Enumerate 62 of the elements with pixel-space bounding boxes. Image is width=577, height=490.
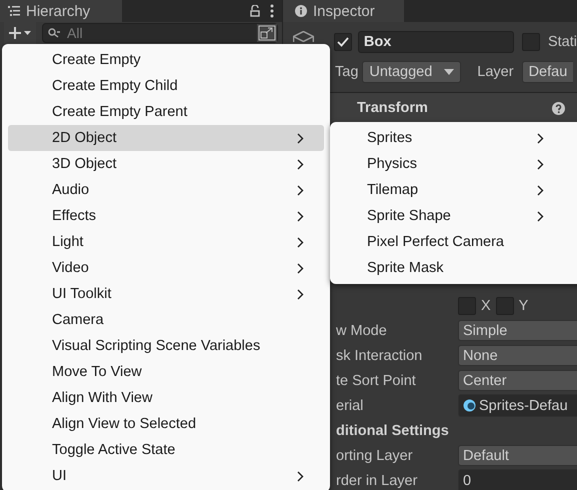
property-label: orting Layer: [336, 448, 414, 464]
property-label: sk Interaction: [336, 348, 424, 364]
menu-item[interactable]: Light: [8, 229, 324, 255]
add-button[interactable]: [4, 22, 36, 44]
flip-checkbox[interactable]: [458, 296, 476, 314]
object-field[interactable]: Sprites-Defau: [458, 394, 577, 417]
menu-item[interactable]: Pixel Perfect Camera: [330, 229, 577, 255]
menu-item[interactable]: UI Toolkit: [8, 281, 324, 307]
more-icon[interactable]: [270, 4, 274, 18]
section-header: ditional Settings: [336, 422, 450, 438]
menu-item[interactable]: Sprite Mask: [330, 255, 577, 281]
name-field[interactable]: Box: [358, 31, 514, 53]
layer-dropdown[interactable]: Defau: [522, 61, 574, 83]
property-dropdown[interactable]: None: [458, 345, 577, 366]
scene-search-icon[interactable]: [257, 24, 277, 42]
inspector-tab[interactable]: Inspector: [283, 0, 404, 22]
menu-item[interactable]: Visual Scripting Scene Variables: [8, 333, 324, 359]
menu-item[interactable]: Tilemap: [330, 177, 577, 203]
property-label: rder in Layer: [336, 472, 418, 488]
flip-label: Y: [518, 298, 528, 314]
menu-item[interactable]: UI: [8, 463, 324, 489]
menu-item[interactable]: Camera: [8, 307, 324, 333]
menu-item[interactable]: Audio: [8, 177, 324, 203]
number-field[interactable]: 0: [458, 469, 577, 490]
active-checkbox[interactable]: [334, 33, 352, 51]
property-dropdown[interactable]: Simple: [458, 320, 577, 341]
menu-item[interactable]: Effects: [8, 203, 324, 229]
menu-item[interactable]: 3D Object: [8, 151, 324, 177]
component-title: Transform: [357, 100, 428, 116]
material-icon: [463, 399, 476, 412]
static-checkbox[interactable]: [522, 33, 540, 51]
menu-item[interactable]: Toggle Active State: [8, 437, 324, 463]
search-field[interactable]: All: [42, 23, 278, 43]
property-dropdown[interactable]: Default: [458, 445, 577, 466]
property-dropdown[interactable]: Center: [458, 370, 577, 391]
layer-label: Layer: [477, 64, 514, 80]
menu-item[interactable]: Align With View: [8, 385, 324, 411]
flip-checkbox[interactable]: [496, 296, 514, 314]
info-icon: [295, 5, 307, 17]
hierarchy-tab[interactable]: Hierarchy: [0, 0, 122, 22]
menu-item[interactable]: Move To View: [8, 359, 324, 385]
search-icon: [48, 28, 62, 38]
tag-label: Tag: [335, 64, 358, 80]
menu-item[interactable]: Physics: [330, 151, 577, 177]
menu-item[interactable]: Create Empty: [8, 47, 324, 73]
tag-dropdown[interactable]: Untagged: [362, 61, 462, 83]
property-label: te Sort Point: [336, 372, 417, 388]
property-label: w Mode: [336, 322, 388, 338]
cube-icon: [293, 31, 314, 42]
menu-item[interactable]: 2D Object: [8, 125, 324, 151]
menu-item[interactable]: Sprite Shape: [330, 203, 577, 229]
flip-label: X: [481, 298, 491, 314]
static-label: Stati: [548, 34, 577, 50]
plus-caret-icon: [8, 26, 32, 40]
caret-icon: [444, 69, 454, 75]
help-icon[interactable]: [552, 102, 565, 114]
lock-icon[interactable]: [250, 5, 260, 17]
menu-item[interactable]: Align View to Selected: [8, 411, 324, 437]
list-icon: [8, 6, 20, 16]
menu-item[interactable]: Video: [8, 255, 324, 281]
menu-item[interactable]: Sprites: [330, 125, 577, 151]
property-label: erial: [336, 398, 364, 414]
